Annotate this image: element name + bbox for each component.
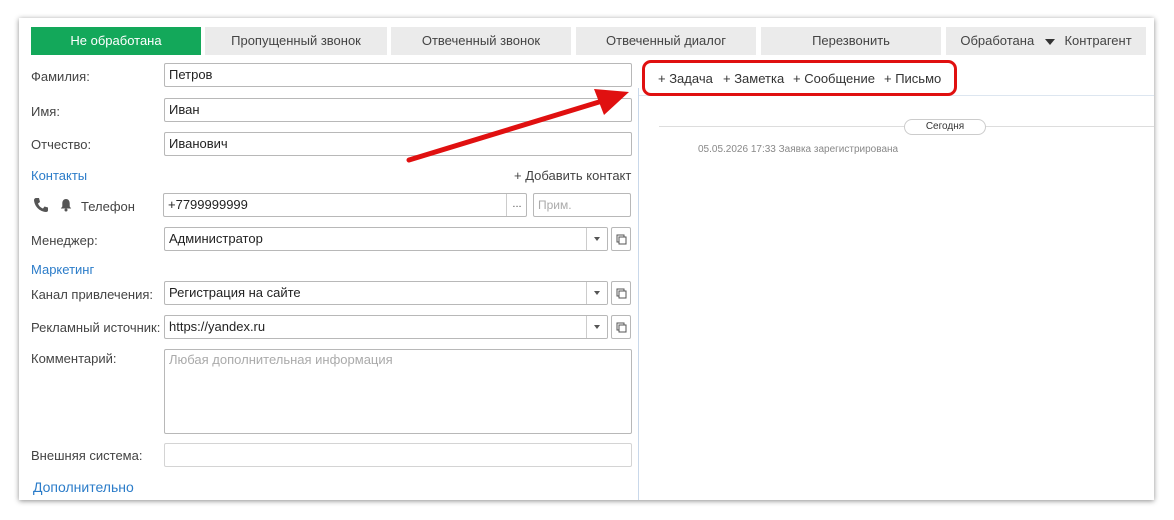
manager-field[interactable]: Администратор	[164, 227, 608, 251]
marketing-heading[interactable]: Маркетинг	[31, 262, 94, 277]
channel-value: Регистрация на сайте	[169, 285, 301, 300]
add-contact-link[interactable]: + Добавить контакт	[514, 168, 631, 183]
dropdown-arrow-icon[interactable]	[586, 316, 607, 338]
dropdown-arrow-icon[interactable]	[586, 228, 607, 250]
ad-source-value: https://yandex.ru	[169, 319, 266, 334]
first-name-field[interactable]: Иван	[164, 98, 632, 122]
first-name-label: Имя:	[31, 104, 60, 119]
counterparty-button[interactable]: Контрагент	[1064, 33, 1131, 48]
status-bar: Не обработана Пропущенный звонок Отвечен…	[31, 27, 1154, 55]
caret-down-icon[interactable]	[1044, 38, 1055, 45]
open-form-icon[interactable]	[611, 227, 631, 251]
status-processed[interactable]: Обработана Контрагент	[946, 27, 1146, 55]
middle-name-field[interactable]: Иванович	[164, 132, 632, 156]
external-system-label: Внешняя система:	[31, 448, 143, 463]
add-task-button[interactable]: + Задача	[658, 71, 713, 86]
phone-icon[interactable]	[33, 197, 49, 213]
middle-name-label: Отчество:	[31, 137, 92, 152]
open-form-icon[interactable]	[611, 281, 631, 305]
status-answered-dialog[interactable]: Отвеченный диалог	[576, 27, 756, 55]
phone-select-button[interactable]: ...	[506, 194, 527, 216]
last-name-label: Фамилия:	[31, 69, 90, 84]
manager-label: Менеджер:	[31, 233, 98, 248]
ad-source-field[interactable]: https://yandex.ru	[164, 315, 608, 339]
status-missed-call[interactable]: Пропущенный звонок	[205, 27, 387, 55]
add-note-button[interactable]: + Заметка	[723, 71, 784, 86]
dropdown-arrow-icon[interactable]	[586, 282, 607, 304]
phone-field[interactable]: +7799999999	[163, 193, 527, 217]
channel-field[interactable]: Регистрация на сайте	[164, 281, 608, 305]
lead-form-panel: Не обработана Пропущенный звонок Отвечен…	[19, 18, 1154, 500]
status-answered-call[interactable]: Отвеченный звонок	[391, 27, 571, 55]
comment-textarea[interactable]: Любая дополнительная информация	[164, 349, 632, 434]
open-form-icon[interactable]	[611, 315, 631, 339]
contacts-heading[interactable]: Контакты	[31, 168, 87, 183]
add-letter-button[interactable]: + Письмо	[884, 71, 941, 86]
day-separator: Сегодня	[904, 119, 986, 135]
last-name-field[interactable]: Петров	[164, 63, 632, 87]
timeline-event: 05.05.2026 17:33 Заявка зарегистрирована	[698, 144, 899, 155]
status-not-processed[interactable]: Не обработана	[31, 27, 201, 55]
status-processed-label: Обработана	[960, 33, 1035, 48]
timeline-divider	[639, 95, 1154, 96]
add-message-button[interactable]: + Сообщение	[793, 71, 875, 86]
channel-label: Канал привлечения:	[31, 287, 154, 302]
bell-icon[interactable]	[59, 198, 73, 212]
phone-note-field[interactable]: Прим.	[533, 193, 631, 217]
comment-label: Комментарий:	[31, 351, 117, 366]
status-call-back[interactable]: Перезвонить	[761, 27, 941, 55]
manager-value: Администратор	[169, 231, 263, 246]
column-divider	[638, 88, 639, 500]
phone-label: Телефон	[81, 199, 135, 214]
ad-source-label: Рекламный источник:	[31, 320, 161, 335]
additional-link[interactable]: Дополнительно	[33, 479, 134, 495]
external-system-field[interactable]	[164, 443, 632, 467]
